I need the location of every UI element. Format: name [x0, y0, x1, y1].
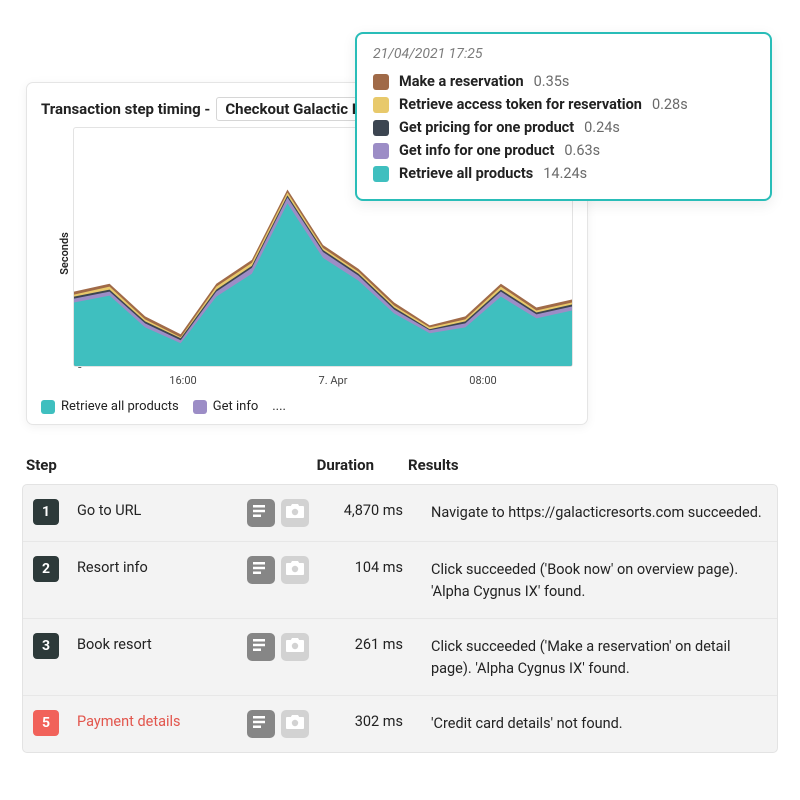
chart-tooltip: 21/04/2021 17:25 Make a reservation 0.35…: [355, 32, 772, 201]
tooltip-swatch: [373, 97, 389, 113]
tooltip-swatch: [373, 166, 389, 182]
camera-icon: [286, 715, 304, 733]
x-tick: 08:00: [469, 374, 496, 387]
step-result: Click succeeded ('Book now' on overview …: [431, 556, 767, 604]
legend-item[interactable]: Retrieve all products: [41, 399, 179, 414]
chart-legend: Retrieve all products Get info ....: [41, 399, 573, 414]
tooltip-timestamp: 21/04/2021 17:25: [373, 46, 754, 62]
log-icon: [253, 715, 269, 733]
step-duration: 104 ms: [327, 556, 431, 576]
tooltip-row: Make a reservation 0.35s: [373, 70, 754, 93]
tooltip-label: Make a reservation: [399, 73, 524, 90]
view-screenshot-button[interactable]: [281, 556, 309, 584]
step-duration: 4,870 ms: [327, 499, 431, 519]
tooltip-row: Get pricing for one product 0.24s: [373, 116, 754, 139]
tooltip-value: 0.28s: [652, 96, 688, 113]
tooltip-label: Retrieve access token for reservation: [399, 96, 642, 113]
log-icon: [253, 504, 269, 522]
tooltip-row: Retrieve access token for reservation 0.…: [373, 93, 754, 116]
step-number-badge: 5: [33, 710, 59, 736]
header-step: Step: [26, 456, 80, 474]
legend-label: Retrieve all products: [61, 399, 179, 414]
chart-title: Transaction step timing -: [41, 100, 210, 118]
x-tick: 7. Apr: [319, 374, 348, 387]
view-log-button[interactable]: [247, 499, 275, 527]
view-log-button[interactable]: [247, 633, 275, 661]
camera-icon: [286, 561, 304, 579]
step-duration: 302 ms: [327, 710, 431, 730]
step-name: Book resort: [77, 633, 247, 653]
tooltip-label: Retrieve all products: [399, 165, 533, 182]
legend-label: Get info: [213, 399, 259, 414]
log-icon: [253, 561, 269, 579]
log-icon: [253, 638, 269, 656]
legend-more[interactable]: ....: [272, 399, 286, 414]
step-name: Go to URL: [77, 499, 247, 519]
table-header: Step Duration Results: [22, 446, 778, 484]
view-screenshot-button[interactable]: [281, 499, 309, 527]
legend-swatch: [41, 400, 55, 414]
tooltip-value: 0.24s: [584, 119, 620, 136]
step-result: Click succeeded ('Make a reservation' on…: [431, 633, 767, 681]
view-log-button[interactable]: [247, 556, 275, 584]
header-results: Results: [406, 456, 774, 474]
x-tick: 16:00: [169, 374, 196, 387]
tooltip-value: 0.63s: [564, 142, 600, 159]
camera-icon: [286, 504, 304, 522]
table-body: 1 Go to URL 4,870 msNavigate to https://ga…: [22, 484, 778, 753]
view-log-button[interactable]: [247, 710, 275, 738]
step-number-badge: 3: [33, 633, 59, 659]
table-row: 2 Resort info 104 msClick succeeded ('Book…: [23, 542, 777, 619]
legend-swatch: [193, 400, 207, 414]
view-screenshot-button[interactable]: [281, 710, 309, 738]
step-result: Navigate to https://galacticresorts.com …: [431, 499, 767, 524]
step-name: Resort info: [77, 556, 247, 576]
step-duration: 261 ms: [327, 633, 431, 653]
legend-item[interactable]: Get info: [193, 399, 259, 414]
tooltip-swatch: [373, 143, 389, 159]
tooltip-row: Get info for one product 0.63s: [373, 139, 754, 162]
table-row: 5 Payment details 302 ms'Credit card detai…: [23, 696, 777, 752]
tooltip-swatch: [373, 74, 389, 90]
tooltip-label: Get info for one product: [399, 142, 554, 159]
tooltip-value: 0.35s: [534, 73, 570, 90]
step-number-badge: 1: [33, 499, 59, 525]
step-name: Payment details: [77, 710, 247, 730]
tooltip-row: Retrieve all products 14.24s: [373, 162, 754, 185]
series-retrieve-products: [74, 203, 572, 366]
tooltip-value: 14.24s: [543, 165, 587, 182]
y-axis-label: Seconds: [58, 232, 71, 275]
table-row: 1 Go to URL 4,870 msNavigate to https://ga…: [23, 485, 777, 542]
steps-table: Step Duration Results 1 Go to URL 4,870 ms…: [22, 446, 778, 753]
step-result: 'Credit card details' not found.: [431, 710, 767, 735]
tooltip-label: Get pricing for one product: [399, 119, 574, 136]
tooltip-swatch: [373, 120, 389, 136]
camera-icon: [286, 638, 304, 656]
header-duration: Duration: [302, 456, 406, 474]
table-row: 3 Book resort 261 msClick succeeded ('Make…: [23, 619, 777, 696]
step-number-badge: 2: [33, 556, 59, 582]
view-screenshot-button[interactable]: [281, 633, 309, 661]
